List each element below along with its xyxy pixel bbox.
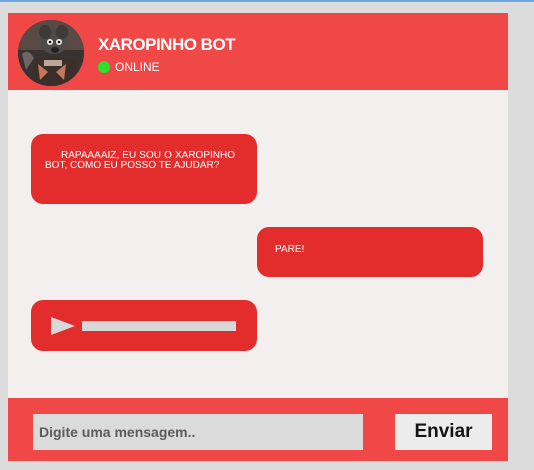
status-indicator: ONLINE	[98, 59, 160, 75]
play-icon[interactable]	[51, 317, 75, 335]
bot-name: XAROPINHO BOT	[98, 35, 236, 54]
online-dot-icon	[98, 61, 110, 73]
user-message-bubble: PARE!	[257, 227, 483, 277]
message-composer: Enviar	[8, 398, 508, 461]
bot-avatar[interactable]	[18, 20, 84, 86]
audio-message-bubble	[31, 300, 257, 351]
send-button[interactable]: Enviar	[395, 414, 492, 450]
top-divider	[0, 0, 534, 2]
bot-message-bubble: RAPAAAAIZ, EU SOU O XAROPINHO BOT, COMO …	[31, 134, 257, 204]
message-input[interactable]	[33, 414, 363, 450]
status-text: ONLINE	[115, 60, 160, 74]
bot-avatar-icon	[18, 20, 84, 86]
audio-progress-bar[interactable]	[82, 321, 236, 331]
chat-header: XAROPINHO BOT ONLINE	[8, 13, 508, 90]
chat-window: XAROPINHO BOT ONLINE RAPAAAAIZ, EU SOU O…	[8, 13, 508, 461]
